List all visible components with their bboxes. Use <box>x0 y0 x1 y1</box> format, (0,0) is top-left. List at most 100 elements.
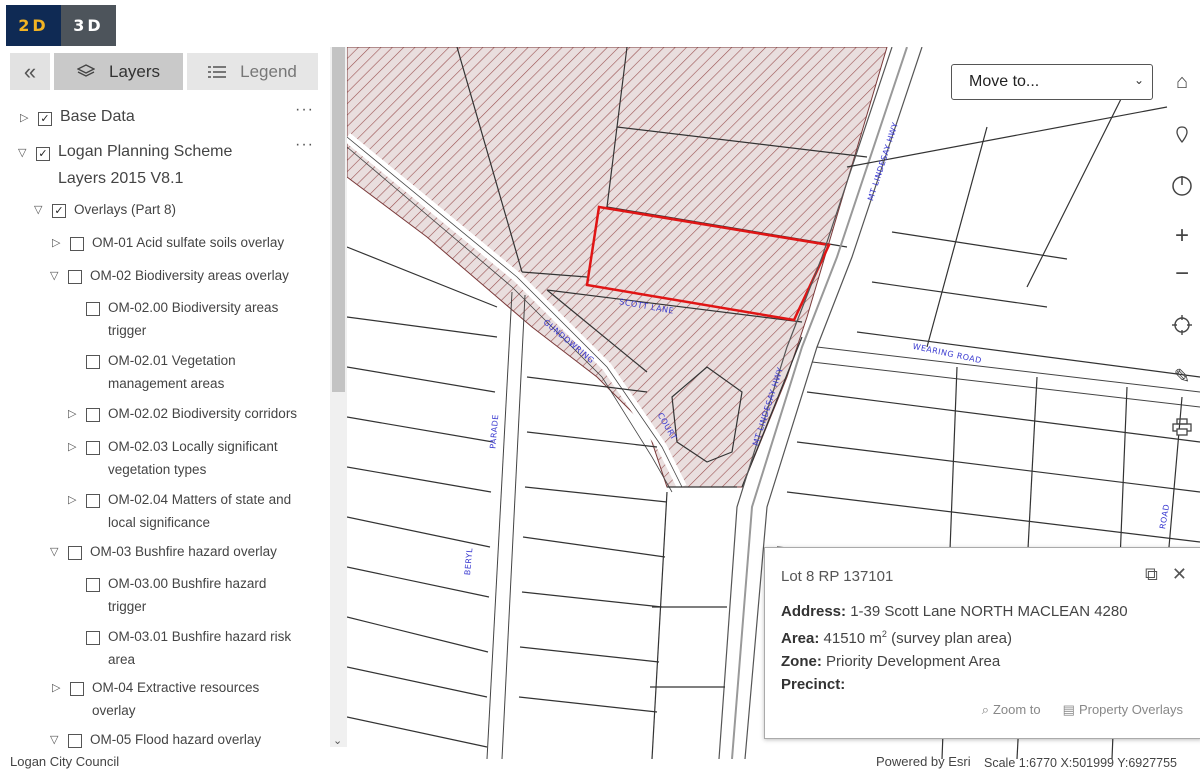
close-icon[interactable]: ✕ <box>1172 564 1187 585</box>
overlay-area <box>347 47 888 488</box>
tab-2d[interactable]: 2D <box>6 5 61 46</box>
expand-caret-icon[interactable]: ▷ <box>20 109 34 127</box>
property-overlays-button[interactable]: ▤ Property Overlays <box>1063 702 1183 718</box>
expand-caret-icon[interactable]: ▷ <box>52 234 66 252</box>
layer-checkbox[interactable] <box>86 494 100 508</box>
layer-item-base-data[interactable]: ▷ ✓ Base Data <box>20 108 310 130</box>
expand-caret-icon[interactable]: ▷ <box>68 491 82 509</box>
tab-layers-label: Layers <box>108 61 161 81</box>
layer-checkbox[interactable] <box>86 408 100 422</box>
layer-checkbox[interactable] <box>70 682 84 696</box>
zoom-to-button[interactable]: ⌕ Zoom to <box>982 702 1041 718</box>
layer-checkbox[interactable] <box>86 355 100 369</box>
layer-label: OM-05 Flood hazard overlay <box>90 732 262 747</box>
expand-caret-icon[interactable]: ▷ <box>52 679 66 697</box>
collapse-caret-icon[interactable]: ▽ <box>50 267 64 285</box>
scrollbar-thumb[interactable] <box>332 47 345 392</box>
layer-item-om04[interactable]: ▷ OM-04 Extractive resources overlay <box>52 679 259 722</box>
zoom-in-icon[interactable]: + <box>1167 221 1197 251</box>
layer-checkbox[interactable] <box>86 578 100 592</box>
tab-legend-label: Legend <box>240 61 297 81</box>
precinct-row: Precinct: <box>781 676 846 693</box>
layer-label: Overlays (Part 8) <box>74 202 177 217</box>
layer-item-om02[interactable]: ▽ OM-02 Biodiversity areas overlay <box>50 267 289 287</box>
popup-body: Address: 1-39 Scott Lane NORTH MACLEAN 4… <box>781 600 1128 696</box>
double-chevron-left-icon: « <box>23 58 37 84</box>
location-pin-icon[interactable] <box>1167 120 1197 150</box>
popup-title: Lot 8 RP 137101 <box>781 568 894 585</box>
layer-tree: ▷ ✓ Base Data ··· ▽ ✓ Logan Planning Sch… <box>0 99 330 749</box>
layer-label: OM-02.03 Locally significant vegetation t… <box>108 439 278 477</box>
panel-scrollbar[interactable]: ⌄ <box>330 47 347 747</box>
layer-label: Base Data <box>60 108 135 125</box>
layer-label: OM-02 Biodiversity areas overlay <box>90 268 289 283</box>
home-icon[interactable]: ⌂ <box>1167 67 1197 97</box>
layers-panel: « Layers Legend ▷ ✓ Base Data ··· ▽ ✓ Lo… <box>0 47 347 759</box>
layer-item-om0300[interactable]: OM-03.00 Bushfire hazard trigger <box>86 575 266 618</box>
layer-checkbox[interactable]: ✓ <box>52 204 66 218</box>
layer-item-om0202[interactable]: ▷ OM-02.02 Biodiversity corridors <box>68 405 297 425</box>
zone-row: Zone: Priority Development Area <box>781 653 1001 670</box>
list-icon <box>208 65 227 78</box>
collapse-caret-icon[interactable]: ▽ <box>18 144 32 162</box>
popup-actions: ⌕ Zoom to ▤ Property Overlays <box>982 702 1183 718</box>
layer-item-om0200[interactable]: OM-02.00 Biodiversity areas trigger <box>86 299 278 342</box>
layer-label: OM-03.01 Bushfire hazard risk area <box>108 629 292 667</box>
layer-options-icon[interactable]: ··· <box>295 136 314 154</box>
layer-item-overlays[interactable]: ▽ ✓ Overlays (Part 8) <box>34 201 176 221</box>
dock-icon[interactable]: ⧉ <box>1145 564 1158 585</box>
layer-checkbox[interactable] <box>86 302 100 316</box>
layer-item-om01[interactable]: ▷ OM-01 Acid sulfate soils overlay <box>52 234 284 254</box>
collapse-caret-icon[interactable]: ▽ <box>50 543 64 561</box>
layer-checkbox[interactable] <box>68 734 82 748</box>
address-row: Address: 1-39 Scott Lane NORTH MACLEAN 4… <box>781 603 1128 620</box>
layer-item-om0204[interactable]: ▷ OM-02.04 Matters of state and local sig… <box>68 491 291 534</box>
view-mode-tabs: 2D 3D <box>6 5 116 46</box>
layer-item-om0301[interactable]: OM-03.01 Bushfire hazard risk area <box>86 628 291 671</box>
scale-readout: Scale 1:6770 X:501999 Y:6927755 <box>984 756 1177 770</box>
tab-legend[interactable]: Legend <box>187 53 318 90</box>
scroll-down-icon[interactable]: ⌄ <box>333 734 342 747</box>
layer-checkbox[interactable] <box>68 546 82 560</box>
layer-checkbox[interactable]: ✓ <box>38 112 52 126</box>
collapse-caret-icon[interactable]: ▽ <box>50 731 64 749</box>
layer-label: OM-03 Bushfire hazard overlay <box>90 544 277 559</box>
layer-checkbox[interactable] <box>70 237 84 251</box>
layer-checkbox[interactable] <box>68 270 82 284</box>
power-icon[interactable] <box>1167 170 1197 200</box>
layer-item-om05[interactable]: ▽ OM-05 Flood hazard overlay <box>50 731 261 749</box>
attribution-text: Logan City Council <box>10 754 120 769</box>
popup-controls: ⧉ ✕ <box>1145 564 1187 585</box>
map-footer: Logan City Council Powered by Esri Scale… <box>0 752 1200 777</box>
layer-item-om03[interactable]: ▽ OM-03 Bushfire hazard overlay <box>50 543 277 563</box>
zoom-out-icon[interactable]: − <box>1167 259 1197 289</box>
locate-crosshair-icon[interactable] <box>1167 310 1197 340</box>
pencil-icon[interactable]: ✎ <box>1167 361 1197 391</box>
layer-label: OM-02.04 Matters of state and local signi… <box>108 492 292 530</box>
layer-item-om0203[interactable]: ▷ OM-02.03 Locally significant vegetation… <box>68 438 278 481</box>
layer-checkbox[interactable]: ✓ <box>36 147 50 161</box>
move-to-select[interactable]: Move to... ⌄ <box>951 64 1153 100</box>
layer-label: OM-01 Acid sulfate soils overlay <box>92 235 285 250</box>
layer-label: OM-02.02 Biodiversity corridors <box>108 406 298 421</box>
feature-popup: Lot 8 RP 137101 ⧉ ✕ Address: 1-39 Scott … <box>764 547 1200 739</box>
expand-caret-icon[interactable]: ▷ <box>68 405 82 423</box>
expand-caret-icon[interactable]: ▷ <box>68 438 82 456</box>
document-icon: ▤ <box>1062 702 1075 717</box>
collapse-caret-icon[interactable]: ▽ <box>34 201 48 219</box>
layer-options-icon[interactable]: ··· <box>295 101 314 119</box>
layer-label: Logan Planning Scheme Layers 2015 V8.1 <box>58 143 233 187</box>
layer-checkbox[interactable] <box>86 441 100 455</box>
powered-by-esri[interactable]: Powered by Esri <box>876 754 971 769</box>
print-icon[interactable] <box>1167 412 1197 442</box>
move-to-value: Move to... <box>969 73 1040 90</box>
layer-item-om0201[interactable]: OM-02.01 Vegetation management areas <box>86 352 236 395</box>
layer-label: OM-04 Extractive resources overlay <box>92 680 260 718</box>
panel-header: « Layers Legend <box>10 53 320 90</box>
tab-layers[interactable]: Layers <box>54 53 183 90</box>
layer-checkbox[interactable] <box>86 631 100 645</box>
collapse-panel-button[interactable]: « <box>10 53 50 90</box>
layer-item-planning-scheme[interactable]: ▽ ✓ Logan Planning Scheme Layers 2015 V8.… <box>18 143 308 192</box>
tab-3d[interactable]: 3D <box>61 5 116 46</box>
layer-label: OM-02.00 Biodiversity areas trigger <box>108 300 279 338</box>
